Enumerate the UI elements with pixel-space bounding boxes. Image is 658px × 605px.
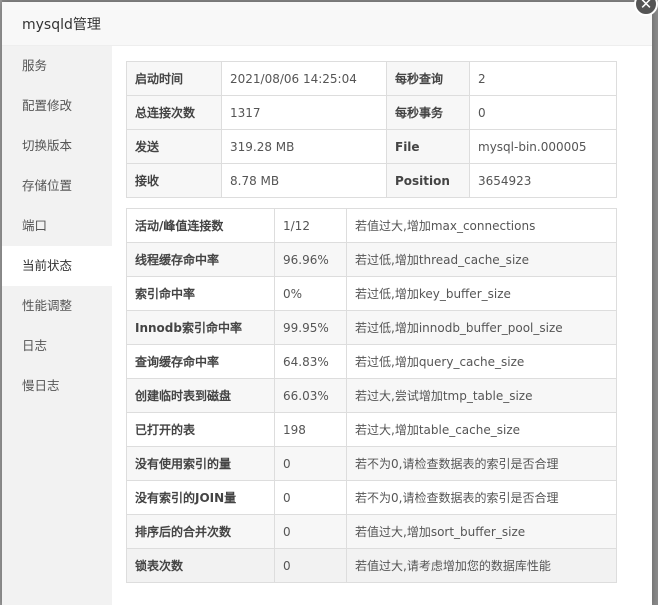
metric-tip: 若过大,增加table_cache_size: [346, 412, 617, 447]
sidebar-item-1[interactable]: 配置修改: [2, 86, 112, 126]
dialog-header: mysqld管理: [2, 2, 652, 46]
metric-tip: 若过大,尝试增加tmp_table_size: [346, 378, 617, 413]
metric-row: 没有使用索引的量 0 若不为0,请检查数据表的索引是否合理: [126, 446, 617, 481]
metric-row: 创建临时表到磁盘 66.03% 若过大,尝试增加tmp_table_size: [126, 378, 617, 413]
metric-tip: 若不为0,请检查数据表的索引是否合理: [346, 480, 617, 515]
metric-name: 排序后的合并次数: [126, 514, 275, 549]
metric-value: 1/12: [274, 208, 347, 243]
metric-tip: 若过低,增加thread_cache_size: [346, 242, 617, 277]
metric-value: 64.83%: [274, 344, 347, 379]
metric-name: 索引命中率: [126, 276, 275, 311]
metric-row: 锁表次数 0 若值过大,请考虑增加您的数据库性能: [126, 548, 617, 583]
summary-value: 0: [469, 95, 617, 130]
metric-tip: 若过低,增加innodb_buffer_pool_size: [346, 310, 617, 345]
summary-row: 发送 319.28 MB File mysql-bin.000005: [126, 129, 617, 164]
metric-name: 没有索引的JOIN量: [126, 480, 275, 515]
metric-value: 0: [274, 514, 347, 549]
summary-key: 启动时间: [126, 61, 222, 96]
metric-tip: 若过低,增加query_cache_size: [346, 344, 617, 379]
summary-row: 接收 8.78 MB Position 3654923: [126, 163, 617, 198]
metric-row: 没有索引的JOIN量 0 若不为0,请检查数据表的索引是否合理: [126, 480, 617, 515]
close-icon: ✕: [639, 0, 653, 13]
metric-value: 0: [274, 548, 347, 583]
metric-row: 已打开的表 198 若过大,增加table_cache_size: [126, 412, 617, 447]
summary-key: 总连接次数: [126, 95, 222, 130]
metric-value: 96.96%: [274, 242, 347, 277]
dialog-title: mysqld管理: [22, 16, 101, 33]
summary-key: File: [386, 129, 470, 164]
sidebar-item-3[interactable]: 存储位置: [2, 166, 112, 206]
summary-row: 启动时间 2021/08/06 14:25:04 每秒查询 2: [126, 61, 617, 96]
metric-row: 索引命中率 0% 若过低,增加key_buffer_size: [126, 276, 617, 311]
metric-row: 查询缓存命中率 64.83% 若过低,增加query_cache_size: [126, 344, 617, 379]
sidebar-item-7[interactable]: 日志: [2, 326, 112, 366]
sidebar-item-8[interactable]: 慢日志: [2, 366, 112, 406]
close-button-wrap: ✕: [634, 0, 658, 18]
metric-name: 创建临时表到磁盘: [126, 378, 275, 413]
summary-key: 接收: [126, 163, 222, 198]
metric-name: Innodb索引命中率: [126, 310, 275, 345]
status-content: 启动时间 2021/08/06 14:25:04 每秒查询 2 总连接次数 1317 每秒事…: [126, 61, 617, 583]
sidebar: 服务 配置修改 切换版本 存储位置 端口 当前状态 性能调整 日志 慢日志: [2, 46, 112, 605]
metric-name: 锁表次数: [126, 548, 275, 583]
sidebar-item-4[interactable]: 端口: [2, 206, 112, 246]
summary-value: 2: [469, 61, 617, 96]
summary-row: 总连接次数 1317 每秒事务 0: [126, 95, 617, 130]
metric-name: 没有使用索引的量: [126, 446, 275, 481]
metric-value: 66.03%: [274, 378, 347, 413]
summary-key: 每秒事务: [386, 95, 470, 130]
sidebar-item-5[interactable]: 当前状态: [2, 246, 112, 286]
metric-tip: 若值过大,增加sort_buffer_size: [346, 514, 617, 549]
sidebar-item-6[interactable]: 性能调整: [2, 286, 112, 326]
metric-tip: 若过低,增加key_buffer_size: [346, 276, 617, 311]
sidebar-item-0[interactable]: 服务: [2, 46, 112, 86]
sidebar-item-2[interactable]: 切换版本: [2, 126, 112, 166]
metric-row: Innodb索引命中率 99.95% 若过低,增加innodb_buffer_poo…: [126, 310, 617, 345]
summary-value: mysql-bin.000005: [469, 129, 617, 164]
metric-value: 99.95%: [274, 310, 347, 345]
metric-value: 0%: [274, 276, 347, 311]
summary-value: 319.28 MB: [221, 129, 387, 164]
metric-tip: 若值过大,请考虑增加您的数据库性能: [346, 548, 617, 583]
summary-value: 8.78 MB: [221, 163, 387, 198]
metric-row: 排序后的合并次数 0 若值过大,增加sort_buffer_size: [126, 514, 617, 549]
summary-key: 每秒查询: [386, 61, 470, 96]
metric-value: 198: [274, 412, 347, 447]
metric-name: 查询缓存命中率: [126, 344, 275, 379]
metric-row: 线程缓存命中率 96.96% 若过低,增加thread_cache_size: [126, 242, 617, 277]
metric-tip: 若值过大,增加max_connections: [346, 208, 617, 243]
summary-value: 1317: [221, 95, 387, 130]
summary-value: 3654923: [469, 163, 617, 198]
summary-table: 启动时间 2021/08/06 14:25:04 每秒查询 2 总连接次数 1317 每秒事…: [126, 61, 617, 198]
metric-tip: 若不为0,请检查数据表的索引是否合理: [346, 446, 617, 481]
metric-row: 活动/峰值连接数 1/12 若值过大,增加max_connections: [126, 208, 617, 243]
summary-key: Position: [386, 163, 470, 198]
metric-name: 活动/峰值连接数: [126, 208, 275, 243]
summary-key: 发送: [126, 129, 222, 164]
metric-name: 线程缓存命中率: [126, 242, 275, 277]
metric-name: 已打开的表: [126, 412, 275, 447]
metrics-table: 活动/峰值连接数 1/12 若值过大,增加max_connections 线程缓存命中…: [126, 208, 617, 583]
mysqld-dialog: mysqld管理 服务 配置修改 切换版本 存储位置 端口 当前状态 性能调整 日志 慢日志 启…: [2, 2, 652, 605]
metric-value: 0: [274, 446, 347, 481]
close-button[interactable]: ✕: [634, 0, 658, 16]
summary-value: 2021/08/06 14:25:04: [221, 61, 387, 96]
metric-value: 0: [274, 480, 347, 515]
